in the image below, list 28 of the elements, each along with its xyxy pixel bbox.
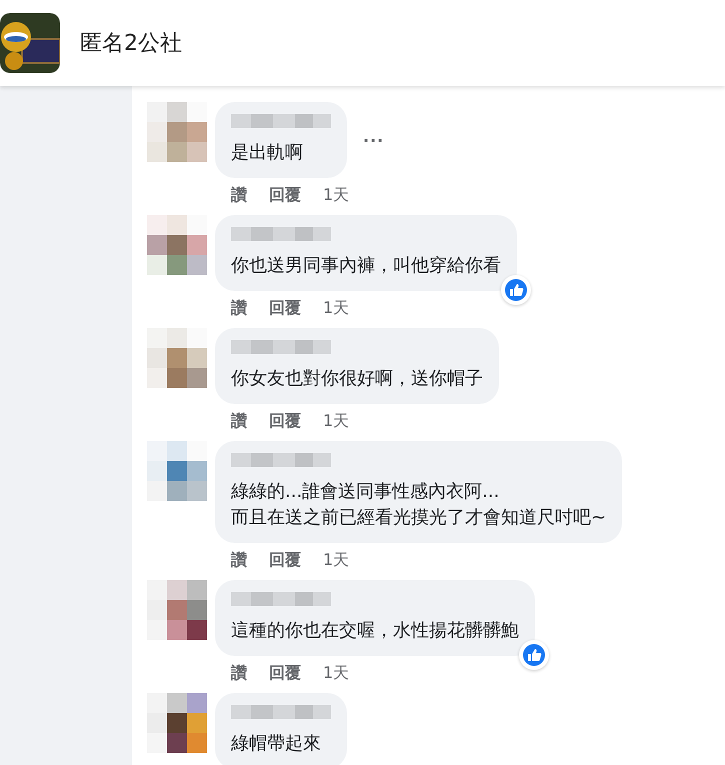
comment-action[interactable]: 讚: [231, 184, 247, 206]
more-menu[interactable]: ···: [363, 130, 384, 150]
comment-time[interactable]: 1天: [323, 297, 350, 319]
comment-time[interactable]: 1天: [323, 662, 350, 684]
comment-action[interactable]: 讚: [231, 410, 247, 432]
comment-text: 你也送男同事內褲，叫他穿給你看: [231, 254, 501, 278]
like-reaction[interactable]: [501, 275, 531, 305]
like-reaction[interactable]: [519, 640, 549, 670]
comment-action[interactable]: 讚: [231, 297, 247, 319]
comment-text: 這種的你也在交喔，水性揚花髒髒鮑: [231, 619, 519, 643]
page-title[interactable]: 匿名2公社: [80, 28, 182, 58]
comment-action[interactable]: 回覆: [269, 662, 301, 684]
comment-action[interactable]: 讚: [231, 549, 247, 571]
comment-action[interactable]: 回覆: [269, 184, 301, 206]
thumbs-up-icon: [523, 644, 545, 666]
comment-text: 綠帽帶起來: [231, 732, 322, 756]
comment-time[interactable]: 1天: [323, 549, 350, 571]
comment-action[interactable]: 回覆: [269, 297, 301, 319]
comment-action[interactable]: 回覆: [269, 549, 301, 571]
thumbs-up-icon: [505, 279, 527, 301]
comment-text: 你女友也對你很好啊，送你帽子: [231, 367, 483, 391]
comment-action[interactable]: 回覆: [269, 410, 301, 432]
comment-time[interactable]: 1天: [323, 184, 350, 206]
comment-action[interactable]: 讚: [231, 662, 247, 684]
comment-text: 而且在送之前已經看光摸光了才會知道尺吋吧~: [231, 506, 606, 530]
comment-time[interactable]: 1天: [323, 410, 350, 432]
comment-text: 是出軌啊: [231, 141, 304, 165]
comment-text: 綠綠的...誰會送同事性感內衣阿...: [231, 480, 500, 504]
